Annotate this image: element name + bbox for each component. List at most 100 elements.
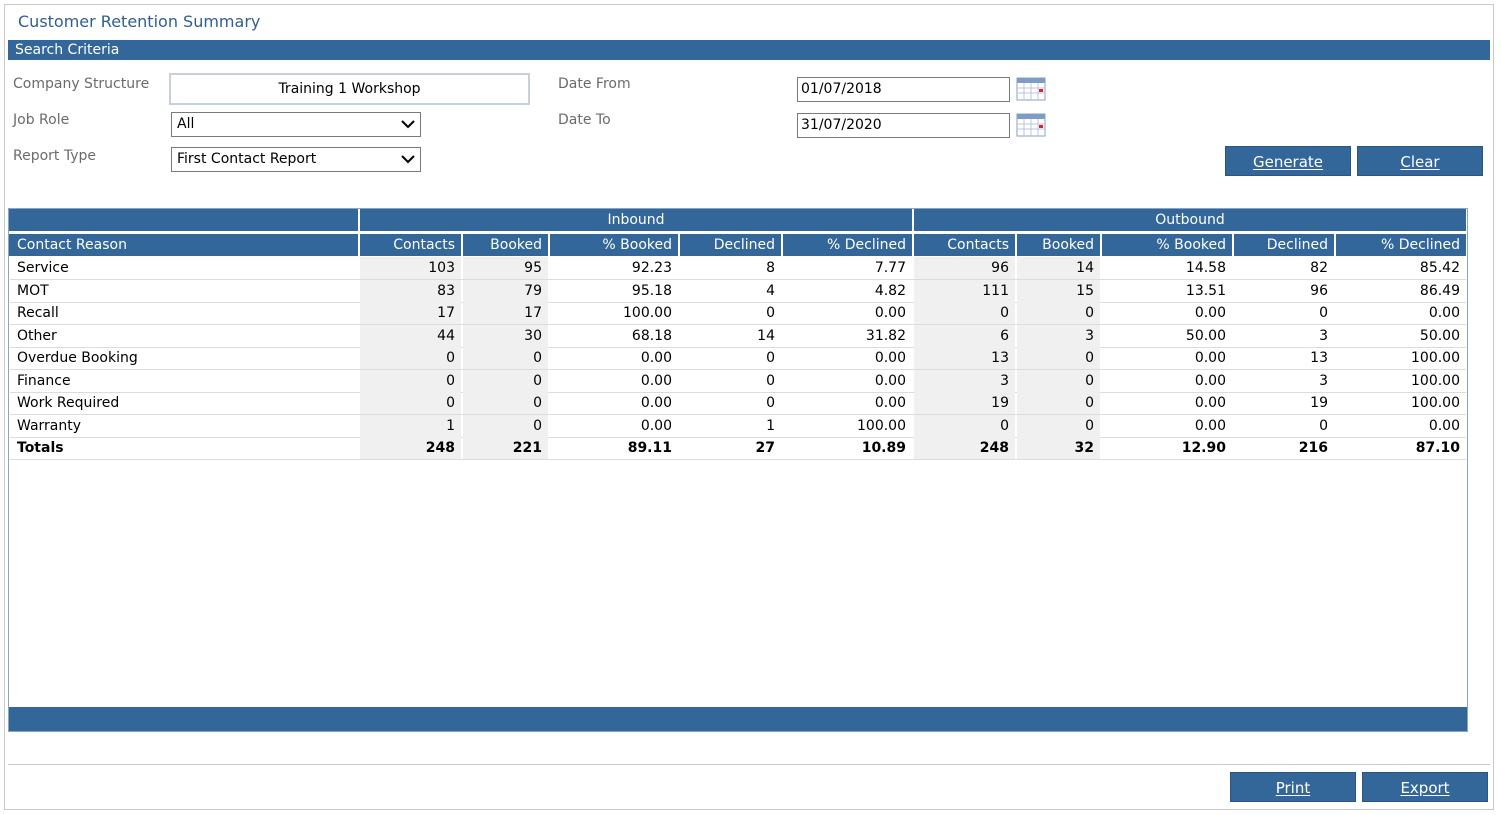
column-header-outbound-booked[interactable]: Booked (1017, 234, 1100, 256)
totals-cell-inbound-pct-booked: 89.11 (627, 440, 672, 456)
table-cell-contact-reason: Warranty (17, 418, 82, 434)
table-cell-outbound-pct-declined: 0.00 (1428, 418, 1460, 434)
table-cell-outbound-booked: 0 (1017, 415, 1100, 437)
table-cell-outbound-pct-declined: 86.49 (1419, 283, 1460, 299)
table-cell-outbound-pct-booked: 13.51 (1185, 283, 1226, 299)
table-cell-outbound-contacts: 13 (914, 347, 1015, 369)
column-header-inbound-pct-booked[interactable]: % Booked (550, 234, 678, 256)
date-from-input[interactable]: 01/07/2018 (797, 77, 1010, 102)
clear-button[interactable]: Clear (1357, 146, 1483, 176)
table-cell-outbound-contacts: 3 (914, 370, 1015, 392)
column-header-outbound-contacts[interactable]: Contacts (914, 234, 1015, 256)
column-header-outbound-declined[interactable]: Declined (1234, 234, 1334, 256)
table-cell-inbound-pct-booked: 0.00 (640, 373, 672, 389)
table-cell-inbound-booked: 0 (463, 370, 548, 392)
column-header-outbound-pct-declined[interactable]: % Declined (1336, 234, 1466, 256)
table-cell-inbound-pct-booked: 95.18 (631, 283, 672, 299)
table-cell-inbound-pct-declined: 31.82 (865, 328, 906, 344)
job-role-label: Job Role (13, 112, 70, 128)
table-cell-inbound-booked: 0 (463, 392, 548, 414)
table-cell-inbound-pct-booked: 100.00 (623, 305, 672, 321)
table-cell-outbound-booked: 14 (1017, 257, 1100, 279)
totals-cell-outbound-contacts: 248 (914, 437, 1015, 459)
table-cell-inbound-pct-declined: 7.77 (874, 260, 906, 276)
table-cell-inbound-declined: 4 (766, 283, 775, 299)
group-header-outbound: Outbound (914, 209, 1466, 231)
table-cell-inbound-declined: 8 (766, 260, 775, 276)
totals-cell-inbound-pct-declined: 10.89 (861, 440, 906, 456)
company-structure-field[interactable]: Training 1 Workshop (169, 73, 530, 105)
table-cell-inbound-pct-declined: 0.00 (874, 373, 906, 389)
table-cell-outbound-pct-declined: 50.00 (1419, 328, 1460, 344)
table-cell-inbound-pct-declined: 100.00 (857, 418, 906, 434)
table-cell-outbound-booked: 0 (1017, 370, 1100, 392)
totals-cell-outbound-pct-declined: 87.10 (1415, 440, 1460, 456)
table-cell-inbound-pct-booked: 92.23 (631, 260, 672, 276)
page-title: Customer Retention Summary (18, 12, 261, 31)
search-criteria-header: Search Criteria (8, 40, 1490, 60)
export-button[interactable]: Export (1362, 772, 1488, 802)
row-divider (10, 459, 1466, 460)
table-cell-outbound-pct-booked: 0.00 (1194, 350, 1226, 366)
report-type-value: First Contact Report (177, 151, 317, 167)
table-cell-inbound-declined: 0 (766, 350, 775, 366)
table-cell-inbound-pct-declined: 4.82 (874, 283, 906, 299)
table-cell-outbound-contacts: 6 (914, 325, 1015, 347)
column-header-outbound-pct-booked[interactable]: % Booked (1102, 234, 1232, 256)
table-cell-inbound-contacts: 83 (360, 280, 461, 302)
table-cell-outbound-contacts: 111 (914, 280, 1015, 302)
totals-cell-inbound-booked: 221 (463, 437, 548, 459)
report-type-label: Report Type (13, 148, 97, 164)
company-structure-label: Company Structure (13, 76, 150, 92)
date-from-label: Date From (558, 76, 631, 92)
table-cell-inbound-contacts: 44 (360, 325, 461, 347)
table-cell-outbound-declined: 0 (1319, 418, 1328, 434)
table-cell-inbound-booked: 79 (463, 280, 548, 302)
table-cell-outbound-pct-declined: 100.00 (1411, 373, 1460, 389)
table-cell-outbound-declined: 3 (1319, 373, 1328, 389)
table-cell-inbound-contacts: 1 (360, 415, 461, 437)
table-cell-inbound-contacts: 0 (360, 370, 461, 392)
calendar-icon[interactable] (1016, 77, 1046, 101)
job-role-value: All (177, 116, 195, 132)
table-cell-inbound-declined: 0 (766, 305, 775, 321)
table-cell-inbound-declined: 14 (757, 328, 775, 344)
grid-footer-bar (9, 707, 1467, 731)
table-cell-inbound-pct-booked: 0.00 (640, 418, 672, 434)
table-cell-contact-reason: Recall (17, 305, 59, 321)
column-header-inbound-declined[interactable]: Declined (680, 234, 781, 256)
calendar-icon[interactable] (1016, 113, 1046, 137)
table-cell-inbound-contacts: 0 (360, 347, 461, 369)
generate-button[interactable]: Generate (1225, 146, 1351, 176)
print-button[interactable]: Print (1230, 772, 1356, 802)
table-cell-inbound-pct-booked: 68.18 (631, 328, 672, 344)
table-cell-contact-reason: Other (17, 328, 57, 344)
table-cell-inbound-contacts: 103 (360, 257, 461, 279)
report-type-select[interactable]: First Contact Report (171, 147, 421, 172)
date-to-label: Date To (558, 112, 611, 128)
table-cell-outbound-declined: 82 (1310, 260, 1328, 276)
table-cell-outbound-contacts: 19 (914, 392, 1015, 414)
table-cell-contact-reason: Finance (17, 373, 71, 389)
totals-cell-outbound-booked: 32 (1017, 437, 1100, 459)
table-cell-inbound-declined: 1 (766, 418, 775, 434)
column-header-contact-reason[interactable]: Contact Reason (9, 234, 358, 256)
table-cell-outbound-pct-booked: 50.00 (1185, 328, 1226, 344)
table-cell-outbound-pct-booked: 0.00 (1194, 305, 1226, 321)
job-role-select[interactable]: All (171, 112, 421, 137)
chevron-down-icon (401, 120, 415, 129)
group-header-inbound: Inbound (360, 209, 912, 231)
table-cell-outbound-declined: 96 (1310, 283, 1328, 299)
table-cell-outbound-declined: 19 (1310, 395, 1328, 411)
column-header-inbound-contacts[interactable]: Contacts (360, 234, 461, 256)
column-header-inbound-booked[interactable]: Booked (463, 234, 548, 256)
table-cell-inbound-pct-booked: 0.00 (640, 350, 672, 366)
table-cell-contact-reason: Work Required (17, 395, 120, 411)
date-to-input[interactable]: 31/07/2020 (797, 113, 1010, 138)
footer-divider (8, 764, 1490, 765)
totals-cell-inbound-declined: 27 (755, 440, 775, 456)
table-cell-inbound-pct-declined: 0.00 (874, 350, 906, 366)
table-cell-outbound-booked: 3 (1017, 325, 1100, 347)
column-header-inbound-pct-declined[interactable]: % Declined (783, 234, 912, 256)
totals-cell-outbound-pct-booked: 12.90 (1181, 440, 1226, 456)
